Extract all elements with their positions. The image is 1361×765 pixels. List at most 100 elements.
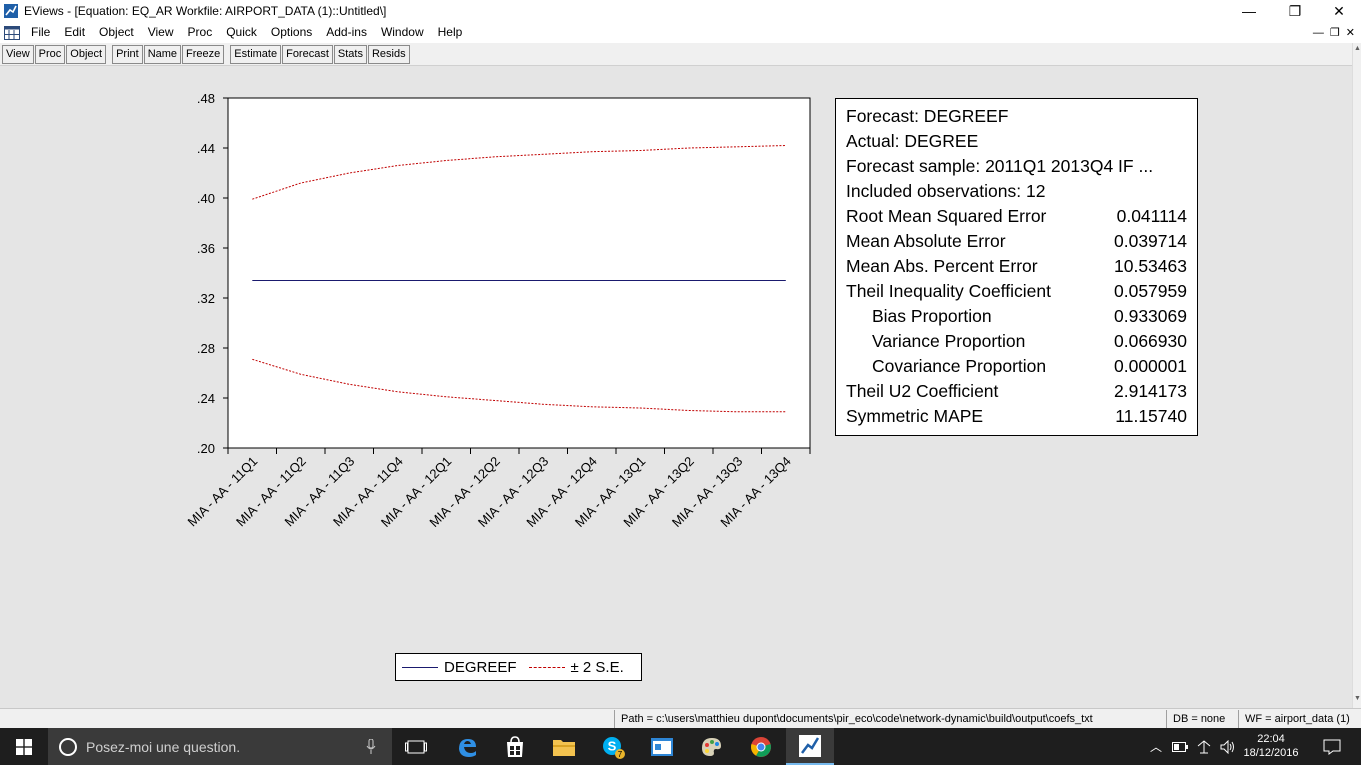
menu-add-ins[interactable]: Add-ins	[319, 22, 374, 43]
maximize-button[interactable]: ❐	[1272, 0, 1318, 22]
stats-row: Mean Absolute Error 0.039714	[846, 229, 1187, 254]
menu-file[interactable]: File	[24, 22, 57, 43]
eviews-logo-icon	[4, 4, 18, 18]
windows-logo-icon	[16, 738, 32, 755]
toolbar-name-button[interactable]: Name	[143, 44, 182, 64]
mdi-minimize-button[interactable]: —	[1313, 27, 1324, 39]
taskbar-store-button[interactable]	[491, 728, 539, 765]
store-bag-icon	[507, 735, 523, 757]
task-view-icon	[405, 740, 427, 753]
microphone-icon[interactable]	[366, 739, 376, 755]
y-tick-label: .44	[197, 141, 215, 156]
y-tick-label: .20	[197, 441, 215, 456]
chrome-icon	[751, 736, 771, 757]
toolbar-print-button[interactable]: Print	[112, 44, 143, 64]
toolbar-proc-button[interactable]: Proc	[34, 44, 66, 64]
y-tick-label: .32	[197, 291, 215, 306]
toolbar-object-button[interactable]: Object	[66, 44, 107, 64]
stats-label: Covariance Proportion	[872, 356, 1047, 376]
stats-value: 0.057959	[1114, 281, 1187, 301]
paint-palette-icon	[702, 737, 721, 756]
mdi-restore-button[interactable]: ❐	[1330, 26, 1340, 39]
action-center-button[interactable]	[1309, 728, 1355, 765]
toolbar-view-button[interactable]: View	[2, 44, 34, 64]
windows-taskbar: Posez-moi une question. S 7 ︿ 22:04 18/1…	[0, 728, 1361, 765]
stats-label: Symmetric MAPE	[846, 406, 984, 426]
vertical-scrollbar[interactable]: ▲ ▼	[1352, 43, 1361, 708]
chart-legend: DEGREEF ± 2 S.E.	[395, 653, 642, 681]
stats-value: 0.933069	[1114, 306, 1187, 326]
minimize-icon: —	[1242, 3, 1256, 19]
folder-icon	[553, 739, 575, 756]
stats-row: Bias Proportion 0.933069	[846, 304, 1187, 329]
object-toolbar: View Proc Object Print Name Freeze Estim…	[0, 43, 1352, 66]
taskbar-skype-button[interactable]: S 7	[589, 728, 637, 765]
legend-swatch-solid	[402, 666, 438, 668]
stats-value: 10.53463	[1114, 256, 1187, 276]
volume-icon[interactable]	[1220, 739, 1236, 754]
scroll-up-icon[interactable]: ▲	[1353, 45, 1361, 55]
taskbar-calculator-button[interactable]	[638, 728, 686, 765]
toolbar-resids-button[interactable]: Resids	[367, 44, 410, 64]
y-tick-label: .40	[197, 191, 215, 206]
taskbar-clock[interactable]: 22:04 18/12/2016	[1240, 732, 1302, 760]
taskbar-edge-button[interactable]	[443, 728, 491, 765]
toolbar-stats-button[interactable]: Stats	[333, 44, 367, 64]
stats-label: Mean Abs. Percent Error	[846, 256, 1038, 276]
taskbar-explorer-button[interactable]	[540, 728, 588, 765]
stats-row: Actual: DEGREE	[846, 129, 1187, 154]
close-icon: ✕	[1333, 2, 1345, 19]
menu-window[interactable]: Window	[374, 22, 431, 43]
taskbar-eviews-button[interactable]	[786, 728, 834, 765]
start-button[interactable]	[0, 728, 48, 765]
stats-label: Forecast sample: 2011Q1 2013Q4 IF ...	[846, 156, 1154, 176]
stats-value: 0.000001	[1114, 356, 1187, 376]
stats-value: 0.039714	[1114, 231, 1187, 251]
menu-options[interactable]: Options	[264, 22, 319, 43]
toolbar-estimate-button[interactable]: Estimate	[230, 44, 282, 64]
stats-row: Mean Abs. Percent Error 10.53463	[846, 254, 1187, 279]
stats-label: Actual: DEGREE	[846, 131, 979, 151]
menu-edit[interactable]: Edit	[57, 22, 92, 43]
status-db: DB = none	[1166, 710, 1231, 728]
menu-help[interactable]: Help	[431, 22, 470, 43]
show-hidden-icons-chevron-icon[interactable]: ︿	[1150, 738, 1162, 755]
stats-row: Theil U2 Coefficient 2.914173	[846, 379, 1187, 404]
stats-label: Mean Absolute Error	[846, 231, 1006, 251]
network-icon[interactable]	[1196, 739, 1212, 754]
stats-row: Forecast: DEGREEF	[846, 104, 1187, 129]
stats-label: Variance Proportion	[872, 331, 1026, 351]
stats-row: Forecast sample: 2011Q1 2013Q4 IF ...	[846, 154, 1187, 179]
y-tick-label: .28	[197, 341, 215, 356]
toolbar-freeze-button[interactable]: Freeze	[182, 44, 225, 64]
taskbar-paint-button[interactable]	[687, 728, 735, 765]
y-tick-label: .48	[197, 91, 215, 106]
cortana-search-box[interactable]: Posez-moi une question.	[48, 728, 392, 765]
taskbar-chrome-button[interactable]	[737, 728, 785, 765]
status-wf: WF = airport_data (1)	[1238, 710, 1356, 728]
toolbar-forecast-button[interactable]: Forecast	[282, 44, 333, 64]
stats-label: Theil U2 Coefficient	[846, 381, 999, 401]
status-path: Path = c:\users\matthieu dupont\document…	[614, 710, 1099, 728]
plot-area	[227, 97, 811, 449]
y-tick-label: .24	[197, 391, 215, 406]
eviews-logo-icon	[799, 734, 821, 757]
battery-icon[interactable]	[1172, 741, 1189, 752]
mdi-controls: — ❐ ✕	[1313, 22, 1355, 43]
stats-label: Forecast: DEGREEF	[846, 106, 1009, 126]
document-window-icon[interactable]	[4, 25, 20, 40]
task-view-button[interactable]	[392, 728, 440, 765]
menu-object[interactable]: Object	[92, 22, 141, 43]
stats-value: 0.041114	[1116, 206, 1187, 226]
close-button[interactable]: ✕	[1316, 0, 1361, 22]
scroll-down-icon[interactable]: ▼	[1353, 695, 1361, 705]
stats-label: Theil Inequality Coefficient	[846, 281, 1051, 301]
stats-label: Bias Proportion	[872, 306, 992, 326]
mdi-close-button[interactable]: ✕	[1346, 26, 1355, 39]
notification-icon	[1323, 739, 1341, 755]
stats-value: 11.15740	[1115, 406, 1187, 426]
menu-quick[interactable]: Quick	[219, 22, 264, 43]
minimize-button[interactable]: —	[1226, 0, 1272, 22]
menu-view[interactable]: View	[141, 22, 181, 43]
menu-proc[interactable]: Proc	[181, 22, 220, 43]
